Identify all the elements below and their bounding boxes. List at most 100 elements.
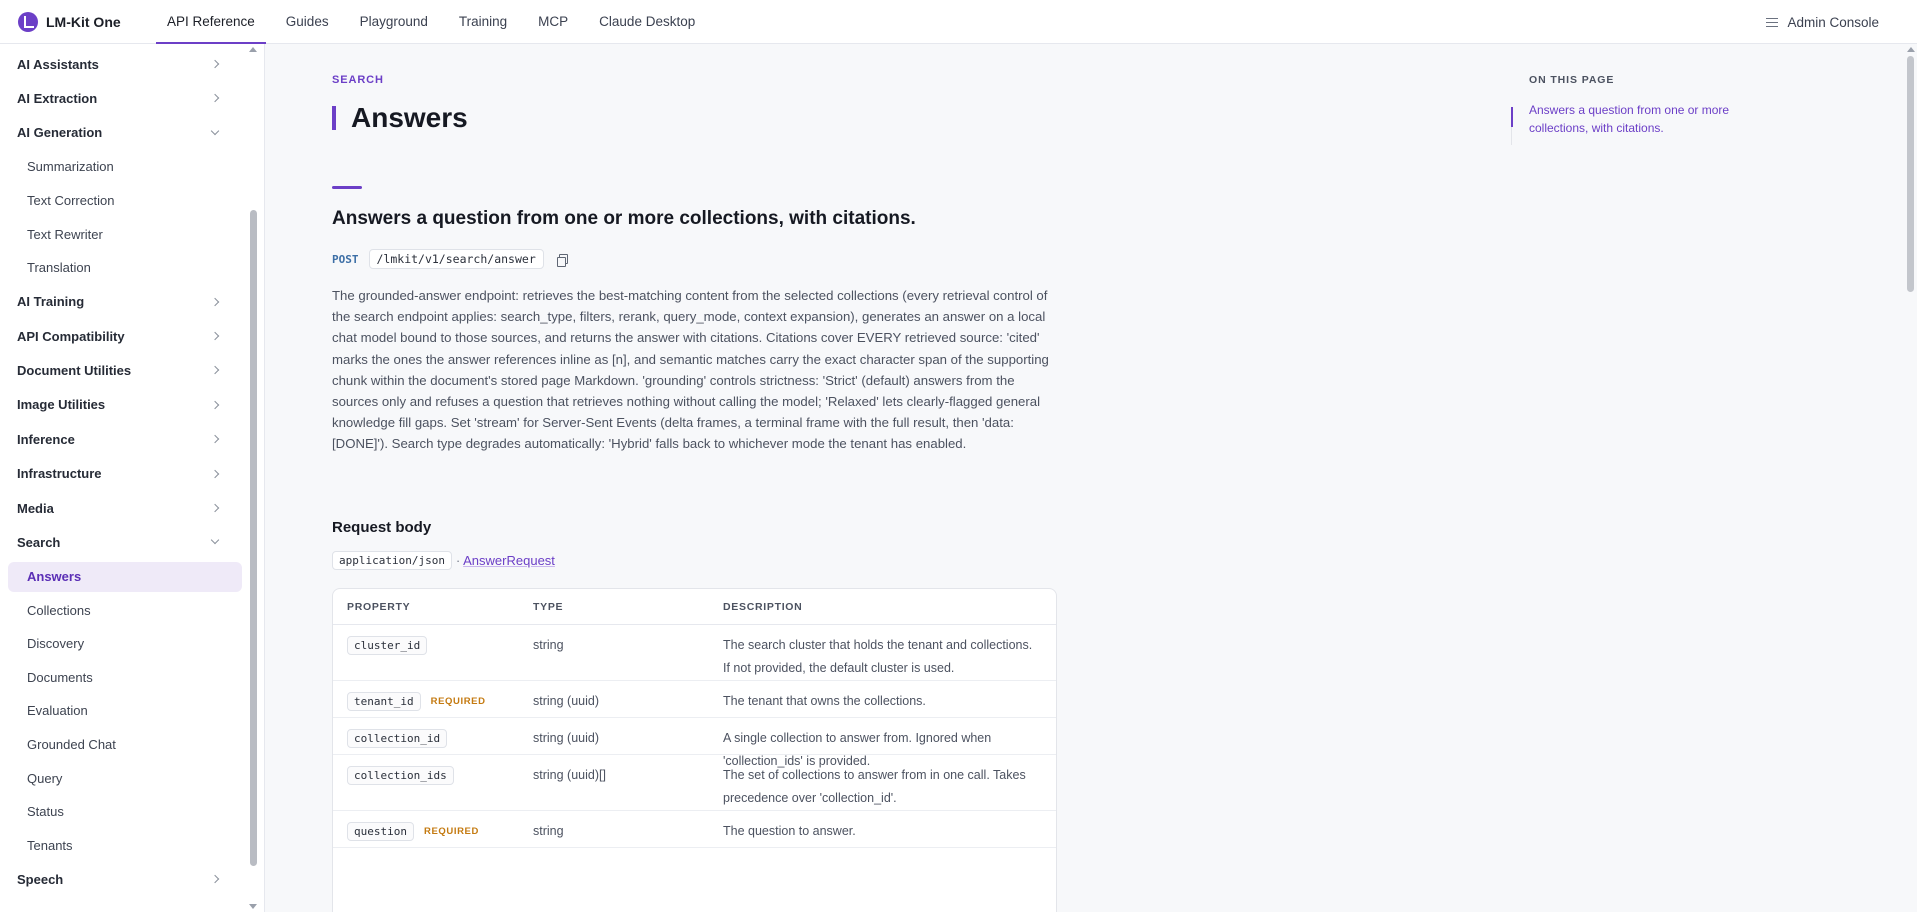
sidebar-item-answers[interactable]: Answers — [8, 561, 242, 592]
table-row: collection_id string (uuid) A single col… — [333, 718, 1056, 768]
sidebar-item-inference[interactable]: Inference — [0, 422, 250, 456]
sidebar-item-media[interactable]: Media — [0, 491, 250, 525]
nav-playground[interactable]: Playground — [349, 0, 439, 44]
table-header: PROPERTY TYPE DESCRIPTION — [333, 589, 1056, 625]
nav-claude-desktop[interactable]: Claude Desktop — [588, 0, 706, 44]
sidebar-item-ai-generation[interactable]: AI Generation — [0, 116, 250, 150]
sidebar-item-text-rewriter[interactable]: Text Rewriter — [0, 217, 250, 251]
sidebar-item-query[interactable]: Query — [0, 761, 250, 795]
nav-api-reference[interactable]: API Reference — [156, 0, 266, 44]
toc-title: ON THIS PAGE — [1529, 74, 1615, 86]
sidebar-item-label: Infrastructure — [17, 466, 102, 482]
nav-mcp[interactable]: MCP — [527, 0, 579, 44]
sidebar-item-speech[interactable]: Speech — [0, 862, 250, 896]
sliders-icon — [1766, 17, 1779, 28]
property-cell: cluster_id — [333, 625, 533, 655]
admin-console-label: Admin Console — [1787, 14, 1879, 30]
table-row: question REQUIRED string The question to … — [333, 811, 1056, 848]
chevron-right-icon — [210, 434, 220, 444]
brand-name: LM-Kit One — [46, 13, 121, 30]
chevron-right-icon — [210, 874, 220, 884]
chevron-right-icon — [210, 469, 220, 478]
scroll-up-arrow-icon[interactable] — [1907, 47, 1915, 52]
property-name: tenant_id — [347, 692, 421, 711]
sidebar-item-label: Document Utilities — [17, 363, 132, 379]
sidebar-item-ai-assistants[interactable]: AI Assistants — [0, 47, 250, 81]
chevron-down-icon — [210, 126, 220, 136]
sidebar-item-grounded-chat[interactable]: Grounded Chat — [0, 728, 250, 762]
sidebar-item-tenants[interactable]: Tenants — [0, 828, 250, 862]
sidebar-scrollbar[interactable] — [249, 44, 261, 912]
sidebar-item-collections[interactable]: Collections — [0, 593, 250, 627]
header-property: PROPERTY — [347, 600, 411, 613]
nav-guides[interactable]: Guides — [275, 0, 340, 44]
sidebar-item-summarization[interactable]: Summarization — [0, 150, 250, 184]
sidebar-scroll-thumb[interactable] — [250, 210, 257, 866]
sidebar-item-label: API Compatibility — [17, 328, 125, 344]
sidebar-item-status[interactable]: Status — [0, 795, 250, 829]
main-scrollbar[interactable] — [1905, 44, 1917, 912]
type-cell: string (uuid) — [533, 731, 599, 745]
sidebar-item-label: Media — [17, 500, 54, 516]
chevron-right-icon — [210, 59, 220, 69]
table-row: tenant_id REQUIRED string (uuid) The tena… — [333, 681, 1056, 718]
chevron-right-icon — [210, 366, 220, 375]
admin-console-button[interactable]: Admin Console — [1766, 0, 1879, 44]
chevron-right-icon — [210, 94, 220, 103]
property-cell: collection_id — [333, 718, 533, 748]
sidebar-item-label: AI Assistants — [17, 56, 99, 72]
required-badge: REQUIRED — [423, 826, 479, 837]
title-accent-bar — [332, 106, 336, 130]
header-type: TYPE — [533, 600, 564, 613]
type-cell: string — [533, 824, 564, 838]
sidebar-item-label: AI Extraction — [17, 91, 98, 107]
main-content: SEARCH Answers Answers a question from o… — [266, 44, 1917, 912]
description-cell: The search cluster that holds the tenant… — [723, 638, 1033, 675]
top-nav: API Reference Guides Playground Training… — [156, 0, 715, 44]
sidebar-item-image-utilities[interactable]: Image Utilities — [0, 388, 250, 422]
breadcrumb[interactable]: SEARCH — [332, 74, 384, 86]
sidebar-item-search[interactable]: Search — [0, 525, 250, 559]
brand-logo-icon — [18, 11, 38, 32]
scroll-down-arrow-icon[interactable] — [249, 904, 257, 909]
top-bar: LM-Kit One API Reference Guides Playgrou… — [0, 0, 1917, 44]
sidebar-item-label: Inference — [17, 431, 75, 447]
table-row: collection_ids string (uuid)[] The set o… — [333, 755, 1056, 811]
sidebar-item-ai-extraction[interactable]: AI Extraction — [0, 81, 250, 115]
property-name: question — [347, 822, 414, 841]
header-description: DESCRIPTION — [723, 600, 803, 613]
sidebar-item-documents[interactable]: Documents — [0, 660, 250, 694]
sidebar-item-translation[interactable]: Translation — [0, 251, 250, 285]
description-cell: The tenant that owns the collections. — [723, 694, 926, 708]
sidebar-list: AI Assistants AI Extraction AI Generatio… — [0, 44, 250, 896]
content-type-row: application/json · AnswerRequest — [332, 551, 555, 570]
scroll-up-arrow-icon[interactable] — [249, 47, 257, 52]
chevron-down-icon — [210, 536, 220, 545]
section-accent-rule — [332, 186, 362, 189]
content-type-separator: · — [455, 553, 461, 568]
sidebar-item-label: Speech — [17, 871, 64, 887]
sidebar-item-ai-training[interactable]: AI Training — [0, 285, 250, 319]
sidebar-item-label: Image Utilities — [17, 397, 106, 413]
content-type-badge: application/json — [332, 551, 452, 570]
sidebar-item-label: Search — [17, 534, 61, 550]
chevron-right-icon — [210, 503, 220, 513]
schema-link[interactable]: AnswerRequest — [463, 553, 555, 568]
sidebar-item-infrastructure[interactable]: Infrastructure — [0, 457, 250, 491]
sidebar-item-evaluation[interactable]: Evaluation — [0, 694, 250, 728]
nav-training[interactable]: Training — [448, 0, 518, 44]
sidebar: AI Assistants AI Extraction AI Generatio… — [0, 44, 265, 912]
sidebar-item-api-compatibility[interactable]: API Compatibility — [0, 319, 250, 353]
sidebar-item-discovery[interactable]: Discovery — [0, 627, 250, 661]
copy-icon[interactable] — [556, 253, 568, 267]
toc-link-answers[interactable]: Answers a question from one or more coll… — [1529, 101, 1749, 137]
main-scroll-thumb[interactable] — [1907, 56, 1914, 292]
property-cell: question REQUIRED — [333, 811, 533, 841]
property-name: collection_ids — [347, 766, 454, 785]
toc-active-indicator — [1511, 107, 1513, 127]
toc-divider — [1511, 127, 1512, 145]
property-name: cluster_id — [347, 636, 428, 655]
sidebar-item-document-utilities[interactable]: Document Utilities — [0, 353, 250, 387]
sidebar-item-text-correction[interactable]: Text Correction — [0, 184, 250, 218]
brand[interactable]: LM-Kit One — [0, 11, 156, 32]
